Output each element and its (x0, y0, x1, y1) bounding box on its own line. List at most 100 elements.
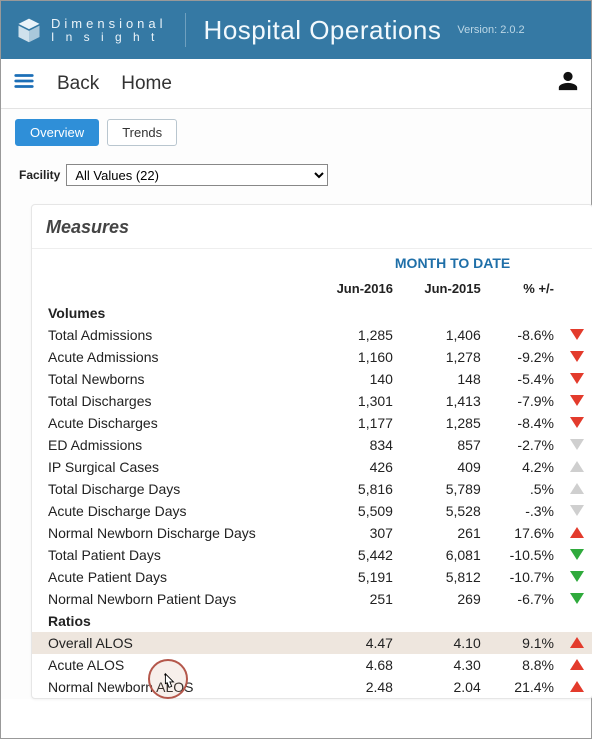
value-current: 140 (313, 368, 401, 390)
value-prior: 5,789 (401, 478, 489, 500)
value-prior: 1,285 (401, 412, 489, 434)
table-row[interactable]: Acute Patient Days5,1915,812-10.7% (32, 566, 592, 588)
table-row[interactable]: Acute ALOS4.684.308.8% (32, 654, 592, 676)
trend-icon (562, 500, 592, 522)
table-row[interactable]: Normal Newborn Discharge Days30726117.6% (32, 522, 592, 544)
trend-icon (562, 390, 592, 412)
value-pct: -7.9% (489, 390, 562, 412)
table-row[interactable]: Total Discharges1,3011,413-7.9% (32, 390, 592, 412)
value-pct: -6.7% (489, 588, 562, 610)
measure-label: Acute ALOS (32, 654, 313, 676)
app-title: Hospital Operations (204, 15, 442, 46)
table-row[interactable]: ED Admissions834857-2.7% (32, 434, 592, 456)
table-row[interactable]: Total Patient Days5,4426,081-10.5% (32, 544, 592, 566)
value-current: 307 (313, 522, 401, 544)
value-pct: 9.1% (489, 632, 562, 654)
table-row[interactable]: Normal Newborn ALOS2.482.0421.4% (32, 676, 592, 698)
measures-table: MONTH TO DATE Jun-2016 Jun-2015 % +/- Vo… (32, 248, 592, 698)
table-row[interactable]: Total Newborns140148-5.4% (32, 368, 592, 390)
measure-label: Total Patient Days (32, 544, 313, 566)
home-button[interactable]: Home (121, 73, 172, 95)
trend-icon (562, 544, 592, 566)
toolbar: Back Home (1, 59, 591, 109)
facility-select[interactable]: All Values (22) (66, 164, 328, 186)
filter-label: Facility (19, 168, 60, 182)
trend-icon (562, 456, 592, 478)
value-prior: 2.04 (401, 676, 489, 698)
menu-icon[interactable] (13, 70, 35, 97)
table-row[interactable]: Acute Admissions1,1601,278-9.2% (32, 346, 592, 368)
value-current: 4.68 (313, 654, 401, 676)
value-pct: -5.4% (489, 368, 562, 390)
table-row[interactable]: Acute Discharge Days5,5095,528-.3% (32, 500, 592, 522)
measure-label: Acute Patient Days (32, 566, 313, 588)
value-prior: 5,812 (401, 566, 489, 588)
col-pct: % +/- (489, 277, 562, 302)
value-pct: 17.6% (489, 522, 562, 544)
measure-label: Acute Admissions (32, 346, 313, 368)
value-prior: 5,528 (401, 500, 489, 522)
table-row[interactable]: Total Admissions1,2851,406-8.6% (32, 324, 592, 346)
value-prior: 409 (401, 456, 489, 478)
value-prior: 6,081 (401, 544, 489, 566)
measure-label: Acute Discharge Days (32, 500, 313, 522)
value-current: 5,442 (313, 544, 401, 566)
measure-label: Total Discharge Days (32, 478, 313, 500)
value-pct: 8.8% (489, 654, 562, 676)
brand-bar: Dimensional I n s i g h t Hospital Opera… (1, 1, 591, 59)
measure-label: Total Admissions (32, 324, 313, 346)
column-headers: Jun-2016 Jun-2015 % +/- (32, 277, 592, 302)
value-prior: 148 (401, 368, 489, 390)
brand-separator (185, 13, 186, 47)
section-header: Volumes (32, 302, 592, 324)
value-current: 426 (313, 456, 401, 478)
value-prior: 1,413 (401, 390, 489, 412)
trend-icon (562, 368, 592, 390)
filter-row: Facility All Values (22) (9, 146, 591, 200)
measure-label: Total Discharges (32, 390, 313, 412)
trend-icon (562, 632, 592, 654)
value-pct: -10.5% (489, 544, 562, 566)
value-prior: 4.30 (401, 654, 489, 676)
table-row[interactable]: Acute Discharges1,1771,285-8.4% (32, 412, 592, 434)
tabs: Overview Trends (9, 119, 591, 146)
trend-icon (562, 654, 592, 676)
value-current: 834 (313, 434, 401, 456)
measure-label: Total Newborns (32, 368, 313, 390)
trend-icon (562, 412, 592, 434)
table-row[interactable]: Overall ALOS4.474.109.1% (32, 632, 592, 654)
value-pct: -10.7% (489, 566, 562, 588)
measure-label: Normal Newborn ALOS (32, 676, 313, 698)
value-pct: .5% (489, 478, 562, 500)
value-current: 4.47 (313, 632, 401, 654)
value-current: 2.48 (313, 676, 401, 698)
tab-trends[interactable]: Trends (107, 119, 177, 146)
value-current: 1,177 (313, 412, 401, 434)
table-row[interactable]: Total Discharge Days5,8165,789.5% (32, 478, 592, 500)
table-row[interactable]: IP Surgical Cases4264094.2% (32, 456, 592, 478)
value-prior: 261 (401, 522, 489, 544)
value-prior: 4.10 (401, 632, 489, 654)
measure-label: Acute Discharges (32, 412, 313, 434)
value-prior: 269 (401, 588, 489, 610)
trend-icon (562, 346, 592, 368)
table-row[interactable]: Normal Newborn Patient Days251269-6.7% (32, 588, 592, 610)
value-current: 1,285 (313, 324, 401, 346)
trend-icon (562, 324, 592, 346)
measures-card: Measures MONTH TO DATE Jun-2016 Jun-2015… (31, 204, 592, 699)
back-button[interactable]: Back (57, 73, 99, 95)
tab-overview[interactable]: Overview (15, 119, 99, 146)
value-prior: 1,406 (401, 324, 489, 346)
value-pct: 21.4% (489, 676, 562, 698)
card-title: Measures (32, 217, 592, 248)
measure-label: ED Admissions (32, 434, 313, 456)
value-pct: -2.7% (489, 434, 562, 456)
col-jun-2016: Jun-2016 (313, 277, 401, 302)
trend-icon (562, 522, 592, 544)
user-icon[interactable] (557, 70, 579, 97)
value-prior: 1,278 (401, 346, 489, 368)
section-header: Ratios (32, 610, 592, 632)
value-pct: -8.4% (489, 412, 562, 434)
value-pct: -9.2% (489, 346, 562, 368)
col-jun-2015: Jun-2015 (401, 277, 489, 302)
